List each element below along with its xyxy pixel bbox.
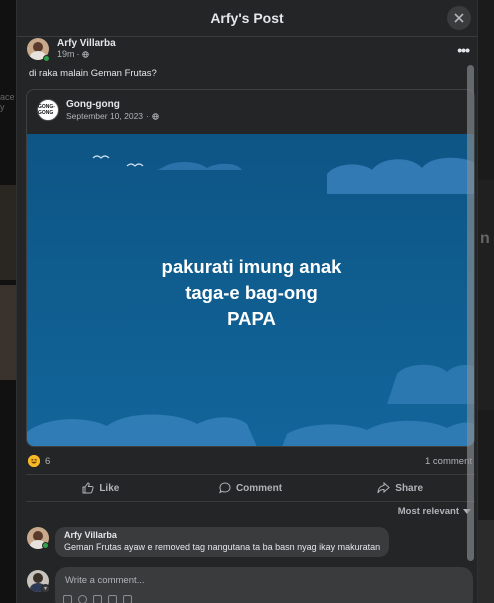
comment-input[interactable]: Write a comment... <box>55 567 473 603</box>
image-caption-line: PAPA <box>227 308 276 329</box>
chevron-down-icon[interactable]: ▾ <box>41 584 50 593</box>
reactions-count: 6 <box>45 455 51 467</box>
shared-date-text: September 10, 2023 <box>66 111 144 121</box>
dot-separator: · <box>76 49 80 59</box>
gif-icon[interactable] <box>108 595 117 603</box>
online-status-dot <box>42 542 49 549</box>
comment-author[interactable]: Arfy Villarba <box>64 530 380 541</box>
comment-composer: ▾ Write a comment... <box>27 567 473 603</box>
post-time[interactable]: 19m · <box>57 49 116 60</box>
like-label: Like <box>99 482 120 494</box>
page-logo: GONG-GONG <box>38 104 55 116</box>
post-text: di raka malain Geman Frutas? <box>29 68 157 79</box>
author-name[interactable]: Arfy Villarba <box>57 38 116 49</box>
shared-post-header: GONG-GONG Gong-gong September 10, 2023 · <box>37 99 159 122</box>
sort-label: Most relevant <box>397 506 459 517</box>
background-text-right: n <box>480 230 490 247</box>
image-caption: pakurati imung anak taga-e bag-ong PAPA <box>27 254 474 332</box>
more-options-button[interactable]: ••• <box>457 42 470 58</box>
comment-icon <box>219 482 231 494</box>
sort-comments-dropdown[interactable]: Most relevant <box>398 506 471 517</box>
comment-bubble: Arfy Villarba Geman Frutas ayaw e remove… <box>55 527 390 557</box>
post-author-row: Arfy Villarba 19m · <box>27 38 116 62</box>
post-modal: Arfy's Post Arfy Villarba 19m · ••• di r… <box>16 0 478 603</box>
close-button[interactable] <box>447 6 471 30</box>
modal-title: Arfy's Post <box>210 10 284 26</box>
background-photo <box>478 520 494 603</box>
page-avatar[interactable]: GONG-GONG <box>37 99 59 121</box>
comment-text: Geman Frutas ayaw e removed tag nangutan… <box>64 542 381 552</box>
like-button[interactable]: Like <box>26 475 176 501</box>
background-photo <box>0 285 16 380</box>
background-text-left: ace y <box>0 92 15 112</box>
scrollbar[interactable] <box>467 65 474 561</box>
shared-date[interactable]: September 10, 2023 · <box>66 111 159 122</box>
image-caption-line: pakurati imung anak <box>161 256 342 277</box>
page-name[interactable]: Gong-gong <box>66 99 159 111</box>
avatar-sticker-icon[interactable] <box>63 595 72 603</box>
comment-label: Comment <box>235 482 283 494</box>
modal-header: Arfy's Post <box>17 0 477 37</box>
background-photo <box>478 180 494 410</box>
emoji-icon[interactable] <box>78 595 87 603</box>
comment-input-placeholder: Write a comment... <box>65 575 145 586</box>
action-bar: Like Comment Share <box>26 474 475 502</box>
shared-post-image[interactable]: pakurati imung anak taga-e bag-ong PAPA <box>27 134 474 446</box>
reactions-summary[interactable]: 6 <box>28 455 50 467</box>
share-button[interactable]: Share <box>325 475 475 501</box>
post-time-text: 19m <box>57 49 75 59</box>
composer-tools <box>63 595 132 603</box>
haha-reaction-icon <box>28 455 40 467</box>
comment-button[interactable]: Comment <box>176 475 326 501</box>
camera-icon[interactable] <box>93 595 102 603</box>
thumbs-up-icon <box>82 482 94 494</box>
share-label: Share <box>395 482 424 494</box>
shared-post-card[interactable]: GONG-GONG Gong-gong September 10, 2023 · <box>26 89 475 447</box>
comment-item: Arfy Villarba Geman Frutas ayaw e remove… <box>27 527 390 557</box>
share-icon <box>377 482 391 494</box>
background-right-column: n <box>478 0 494 603</box>
online-status-dot <box>43 55 50 62</box>
comments-count[interactable]: 1 comment <box>425 456 472 467</box>
close-icon <box>454 13 464 23</box>
sticker-icon[interactable] <box>123 595 132 603</box>
background-photo <box>0 185 16 280</box>
background-left-column: ace y <box>0 0 16 603</box>
image-caption-line: taga-e bag-ong <box>185 282 318 303</box>
dot-separator: · <box>146 111 149 121</box>
globe-icon <box>152 113 159 120</box>
globe-icon <box>81 51 89 58</box>
